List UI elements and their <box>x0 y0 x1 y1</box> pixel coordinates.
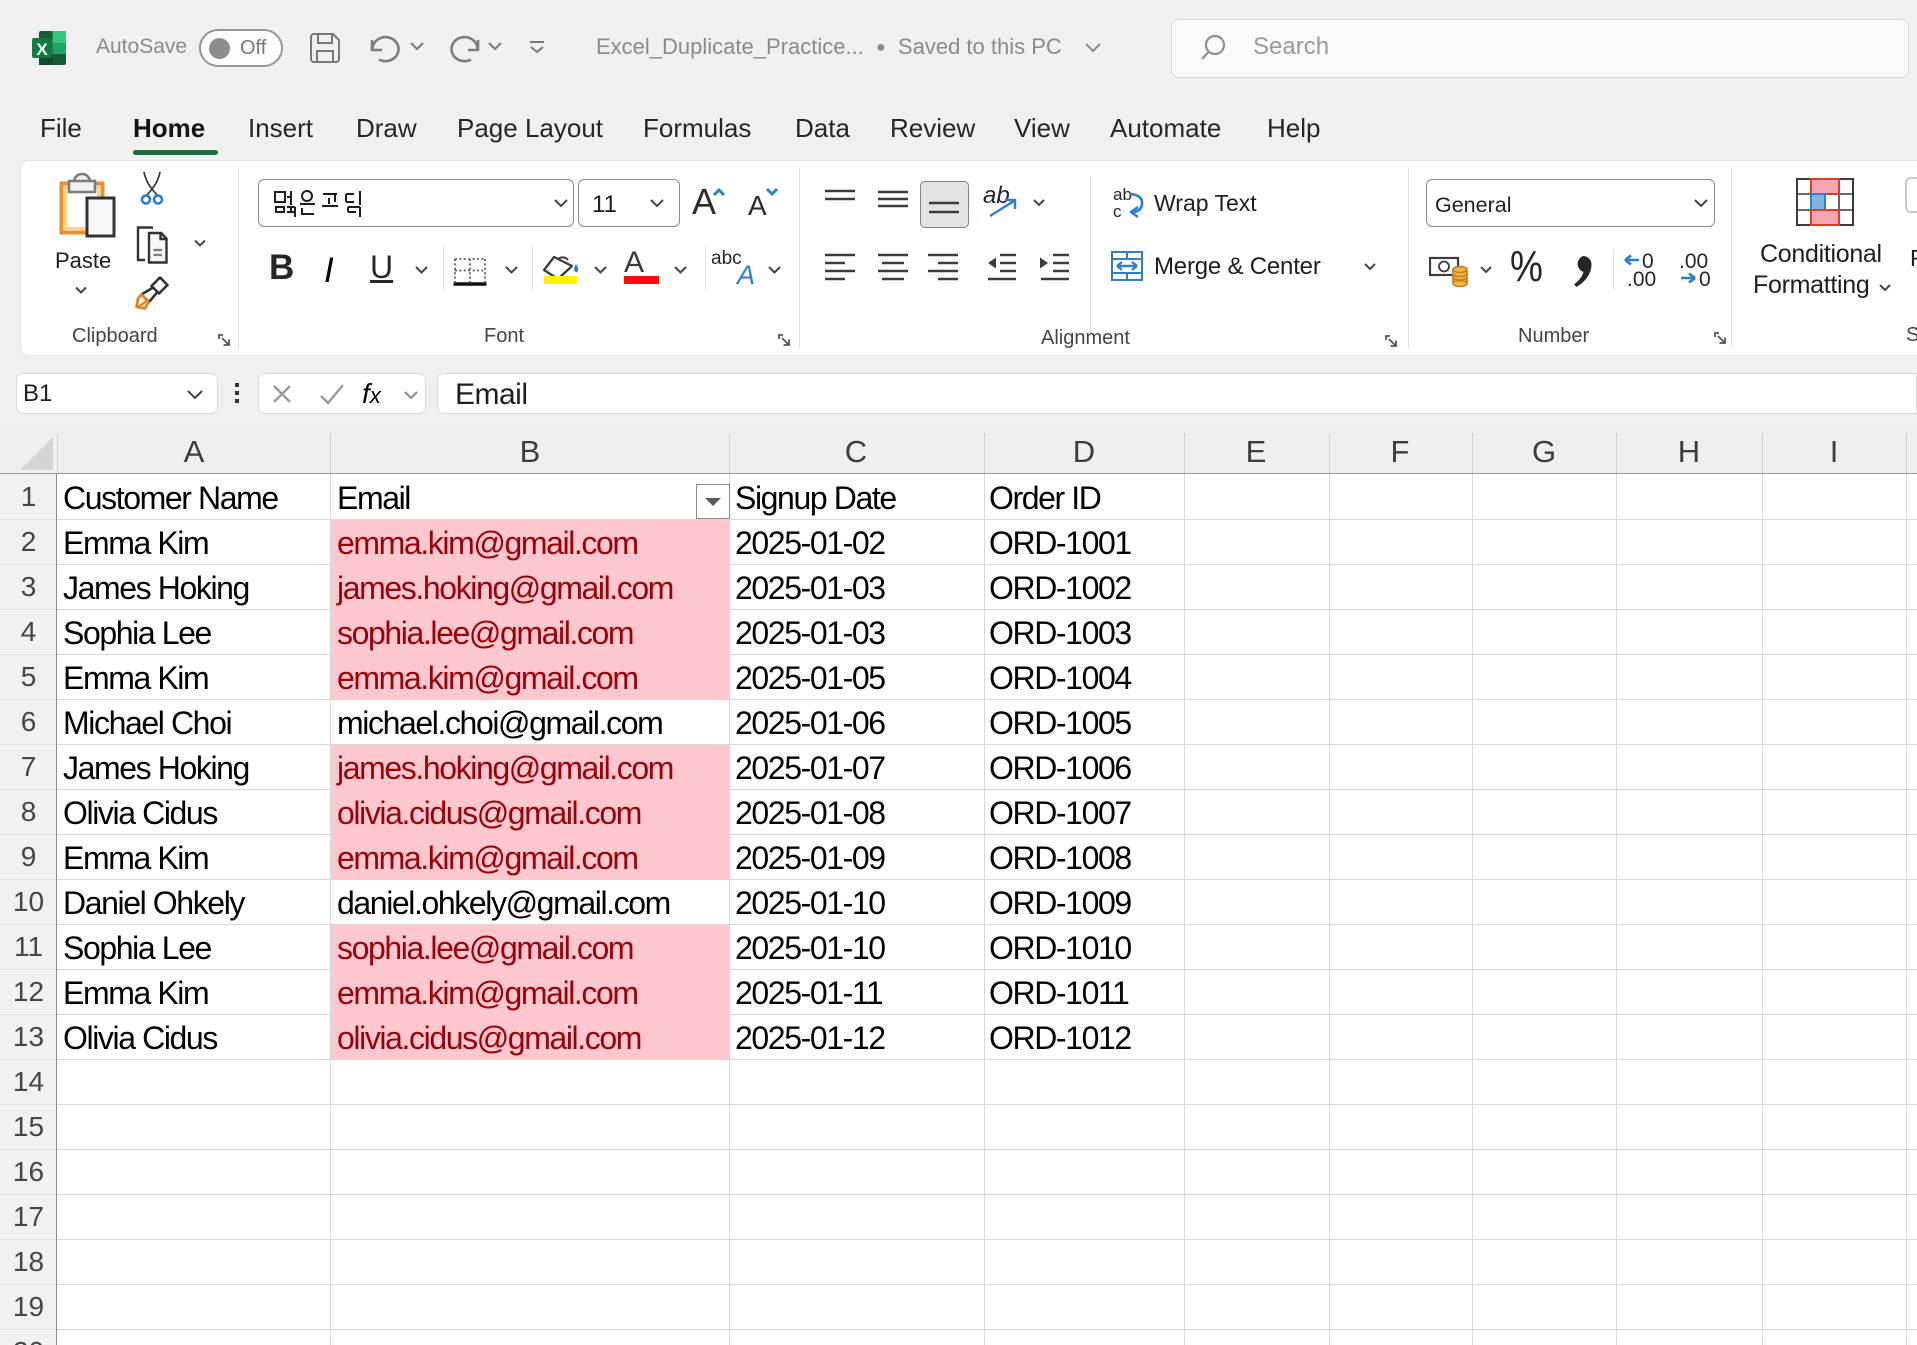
svg-text:c: c <box>1113 202 1122 220</box>
svg-text:X: X <box>36 40 48 59</box>
svg-text:.00: .00 <box>1627 268 1656 288</box>
svg-text:0: 0 <box>1699 268 1711 288</box>
